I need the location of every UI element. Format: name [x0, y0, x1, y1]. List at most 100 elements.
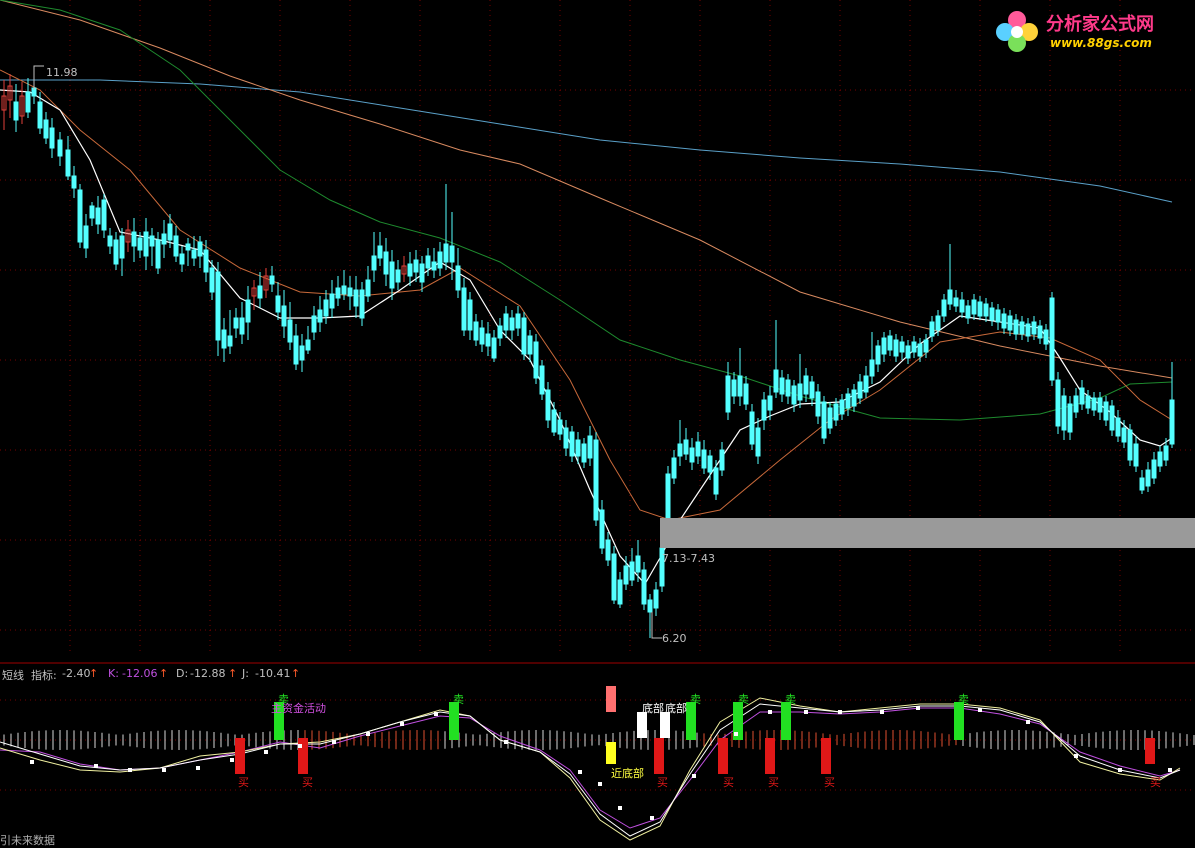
candle-body: [839, 399, 845, 415]
candle-body: [719, 449, 725, 471]
k-arrow-icon: ↑: [159, 667, 169, 680]
candle-body: [917, 343, 923, 357]
candle-body: [57, 139, 63, 157]
candle-body: [407, 263, 413, 277]
candle-body: [1043, 329, 1049, 345]
candle-body: [1151, 459, 1157, 479]
indicator-dot: [1118, 768, 1122, 772]
candle-body: [323, 299, 329, 317]
candle-body: [335, 287, 341, 299]
candle-body: [239, 317, 245, 335]
candle-body: [299, 345, 305, 361]
candle-body: [935, 315, 941, 331]
candle-body: [179, 253, 185, 265]
candle-body: [527, 335, 533, 355]
near-bottom-bar: [606, 742, 616, 764]
candle-body: [431, 261, 437, 271]
indicator-dot: [162, 768, 166, 772]
candle-body: [821, 401, 827, 439]
candle-body: [953, 297, 959, 307]
candle-body: [203, 249, 209, 273]
candle-body: [767, 395, 773, 411]
ma-60-line: [0, 0, 1173, 421]
indicator-dot: [504, 740, 508, 744]
buy-signal-bar: [765, 738, 775, 774]
buy-signal-7: 买: [1150, 776, 1161, 789]
buy-signal-5: 买: [768, 776, 779, 789]
indicator-value: -2.40: [62, 667, 91, 680]
candle-body: [167, 223, 173, 241]
buy-signal-bar: [654, 738, 664, 774]
stock-chart-canvas[interactable]: [0, 0, 1195, 847]
candle-body: [1121, 427, 1127, 443]
sell-signal-6: 卖: [958, 693, 969, 706]
candle-body: [881, 337, 887, 355]
candle-body: [515, 313, 521, 329]
candle-body: [281, 305, 287, 327]
indicator-j-line: [0, 697, 1181, 841]
d-arrow-icon: ↑: [228, 667, 238, 680]
indicator-dot: [366, 732, 370, 736]
indicator-dot: [264, 750, 268, 754]
candle-body: [49, 127, 55, 149]
near-bottom-label: 近底部: [611, 767, 644, 780]
indicator-dot: [298, 744, 302, 748]
resistance-band: [660, 518, 1195, 548]
candle-body: [359, 289, 365, 319]
candle-body: [467, 299, 473, 331]
d-label: D:: [176, 667, 189, 680]
candle-body: [713, 467, 719, 495]
candle-body: [311, 315, 317, 333]
candle-body: [137, 237, 143, 251]
candle-body: [977, 301, 983, 317]
candle-body: [341, 285, 347, 295]
candle-body: [899, 341, 905, 353]
high-marker: [33, 65, 44, 90]
j-arrow-icon: ↑: [291, 667, 301, 680]
buy-signal-bar: [718, 738, 728, 774]
candle-body: [275, 295, 281, 313]
buy-signal-bar: [298, 738, 308, 774]
candle-body: [425, 255, 431, 269]
candle-body: [197, 241, 203, 257]
j-label: J:: [242, 667, 249, 680]
candle-body: [353, 289, 359, 307]
pink-signal-bar: [606, 686, 616, 712]
buy-signal-bar: [1145, 738, 1155, 764]
candle-body: [599, 509, 605, 549]
range-label: 7.13-7.43: [662, 552, 715, 565]
candle-body: [209, 267, 215, 293]
candle-body: [1091, 397, 1097, 411]
candle-body: [827, 407, 833, 429]
candle-body: [71, 175, 77, 189]
candle-body: [671, 457, 677, 479]
buy-signal-1: 买: [238, 776, 249, 789]
candle-body: [983, 303, 989, 317]
candle-body: [1007, 315, 1013, 331]
bottom-label-1: 底部: [642, 702, 664, 715]
candle-body: [803, 375, 809, 395]
candle-body: [875, 345, 881, 365]
k-label: K:: [108, 667, 119, 680]
candle-body: [287, 319, 293, 343]
candle-body: [377, 245, 383, 259]
ma-5-line: [0, 89, 1173, 586]
candle-body: [593, 439, 599, 521]
candle-body: [1001, 313, 1007, 329]
candle-body: [13, 101, 19, 121]
candle-body: [305, 339, 311, 351]
candle-body: [269, 275, 275, 285]
candle-body: [485, 333, 491, 347]
candle-body: [1169, 399, 1175, 445]
candle-body: [1097, 397, 1103, 413]
candle-body: [227, 335, 233, 347]
candle-body: [701, 449, 707, 469]
future-data-note: 引未来数据: [0, 834, 55, 847]
indicator-dot: [618, 806, 622, 810]
candle-body: [587, 435, 593, 459]
candle-body: [443, 243, 449, 263]
candle-body: [449, 245, 455, 263]
candle-body: [683, 439, 689, 455]
buy-signal-6: 买: [824, 776, 835, 789]
indicator-dot: [434, 712, 438, 716]
